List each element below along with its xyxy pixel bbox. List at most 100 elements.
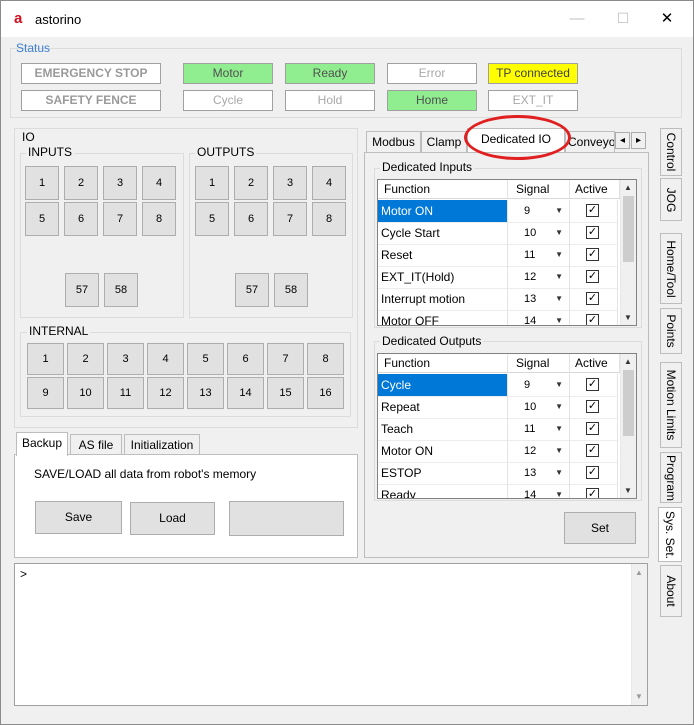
input-button[interactable]: 1 (25, 166, 59, 200)
table-row[interactable]: Motor OFF 14 ▼ ✓ (378, 310, 618, 325)
active-checkbox[interactable]: ✓ (586, 314, 599, 325)
table-row[interactable]: Repeat 10 ▼ ✓ (378, 396, 618, 419)
tab-clamp[interactable]: Clamp (421, 131, 467, 152)
tab-scroll-right-button[interactable]: ▸ (631, 132, 646, 149)
tab-modbus[interactable]: Modbus (366, 131, 421, 152)
table-row[interactable]: Cycle 9 ▼ ✓ (378, 374, 618, 397)
internal-button[interactable]: 16 (307, 377, 344, 409)
scroll-down-icon[interactable]: ▼ (624, 313, 632, 322)
set-button[interactable]: Set (564, 512, 636, 544)
close-button[interactable]: ✕ (644, 2, 690, 35)
input-button[interactable]: 2 (64, 166, 98, 200)
side-tab-jog[interactable]: JOG (660, 178, 682, 221)
table-row[interactable]: Reset 11 ▼ ✓ (378, 244, 618, 267)
column-header-active[interactable]: Active (570, 354, 620, 372)
scroll-up-icon[interactable]: ▲ (635, 568, 643, 577)
output-button[interactable]: 8 (312, 202, 346, 236)
side-tab-points[interactable]: Points (660, 308, 682, 354)
output-button[interactable]: 6 (234, 202, 268, 236)
signal-dropdown[interactable]: 11 ▼ (508, 418, 570, 440)
save-button[interactable]: Save (35, 501, 122, 534)
internal-button[interactable]: 5 (187, 343, 224, 375)
output-button[interactable]: 4 (312, 166, 346, 200)
internal-button[interactable]: 2 (67, 343, 104, 375)
column-header-signal[interactable]: Signal (508, 354, 570, 372)
tab-conveyor[interactable]: Conveyo (565, 131, 615, 152)
scroll-up-icon[interactable]: ▲ (624, 357, 632, 366)
signal-dropdown[interactable]: 12 ▼ (508, 440, 570, 462)
column-header-active[interactable]: Active (570, 180, 620, 198)
side-tab-motion-limits[interactable]: Motion Limits (660, 362, 682, 448)
input-button[interactable]: 6 (64, 202, 98, 236)
side-tab-home-tool[interactable]: Home/Tool (660, 233, 682, 304)
internal-button[interactable]: 15 (267, 377, 304, 409)
console-scrollbar[interactable]: ▲ ▼ (631, 564, 647, 705)
internal-button[interactable]: 7 (267, 343, 304, 375)
table-row[interactable]: Interrupt motion 13 ▼ ✓ (378, 288, 618, 311)
table-scrollbar[interactable]: ▲ ▼ (620, 180, 636, 325)
side-tab-control[interactable]: Control (660, 128, 682, 176)
side-tab-about[interactable]: About (660, 565, 682, 617)
internal-button[interactable]: 13 (187, 377, 224, 409)
input-button[interactable]: 58 (104, 273, 138, 307)
internal-button[interactable]: 4 (147, 343, 184, 375)
input-button[interactable]: 3 (103, 166, 137, 200)
table-row[interactable]: Teach 11 ▼ ✓ (378, 418, 618, 441)
signal-dropdown[interactable]: 14 ▼ (508, 484, 570, 498)
table-row[interactable]: Motor ON 9 ▼ ✓ (378, 200, 618, 223)
signal-dropdown[interactable]: 12 ▼ (508, 266, 570, 288)
input-button[interactable]: 7 (103, 202, 137, 236)
active-checkbox[interactable]: ✓ (586, 292, 599, 305)
empty-button[interactable] (229, 501, 344, 536)
internal-button[interactable]: 8 (307, 343, 344, 375)
signal-dropdown[interactable]: 9 ▼ (508, 200, 570, 222)
output-button[interactable]: 57 (235, 273, 269, 307)
side-tab-sys-set[interactable]: Sys. Set. (658, 507, 682, 562)
scroll-thumb[interactable] (623, 370, 634, 436)
column-header-function[interactable]: Function (378, 354, 508, 372)
signal-dropdown[interactable]: 10 ▼ (508, 222, 570, 244)
output-button[interactable]: 7 (273, 202, 307, 236)
output-button[interactable]: 1 (195, 166, 229, 200)
load-button[interactable]: Load (130, 502, 215, 535)
table-row[interactable]: Cycle Start 10 ▼ ✓ (378, 222, 618, 245)
scroll-thumb[interactable] (623, 196, 634, 262)
table-row[interactable]: Ready 14 ▼ ✓ (378, 484, 618, 498)
active-checkbox[interactable]: ✓ (586, 204, 599, 217)
active-checkbox[interactable]: ✓ (586, 400, 599, 413)
table-scrollbar[interactable]: ▲ ▼ (620, 354, 636, 498)
column-header-signal[interactable]: Signal (508, 180, 570, 198)
table-row[interactable]: EXT_IT(Hold) 12 ▼ ✓ (378, 266, 618, 289)
table-row[interactable]: ESTOP 13 ▼ ✓ (378, 462, 618, 485)
scroll-up-icon[interactable]: ▲ (624, 183, 632, 192)
output-button[interactable]: 2 (234, 166, 268, 200)
active-checkbox[interactable]: ✓ (586, 248, 599, 261)
maximize-button[interactable]: ☐ (600, 2, 646, 35)
input-button[interactable]: 8 (142, 202, 176, 236)
tab-backup[interactable]: Backup (16, 432, 68, 456)
internal-button[interactable]: 11 (107, 377, 144, 409)
signal-dropdown[interactable]: 11 ▼ (508, 244, 570, 266)
input-button[interactable]: 4 (142, 166, 176, 200)
active-checkbox[interactable]: ✓ (586, 270, 599, 283)
active-checkbox[interactable]: ✓ (586, 422, 599, 435)
internal-button[interactable]: 1 (27, 343, 64, 375)
output-button[interactable]: 58 (274, 273, 308, 307)
signal-dropdown[interactable]: 13 ▼ (508, 462, 570, 484)
internal-button[interactable]: 9 (27, 377, 64, 409)
active-checkbox[interactable]: ✓ (586, 488, 599, 498)
internal-button[interactable]: 12 (147, 377, 184, 409)
signal-dropdown[interactable]: 13 ▼ (508, 288, 570, 310)
signal-dropdown[interactable]: 14 ▼ (508, 310, 570, 325)
active-checkbox[interactable]: ✓ (586, 466, 599, 479)
signal-dropdown[interactable]: 9 ▼ (508, 374, 570, 396)
scroll-down-icon[interactable]: ▼ (624, 486, 632, 495)
internal-button[interactable]: 10 (67, 377, 104, 409)
active-checkbox[interactable]: ✓ (586, 226, 599, 239)
internal-button[interactable]: 6 (227, 343, 264, 375)
input-button[interactable]: 57 (65, 273, 99, 307)
tab-scroll-left-button[interactable]: ◂ (615, 132, 630, 149)
column-header-function[interactable]: Function (378, 180, 508, 198)
input-button[interactable]: 5 (25, 202, 59, 236)
scroll-down-icon[interactable]: ▼ (635, 692, 643, 701)
